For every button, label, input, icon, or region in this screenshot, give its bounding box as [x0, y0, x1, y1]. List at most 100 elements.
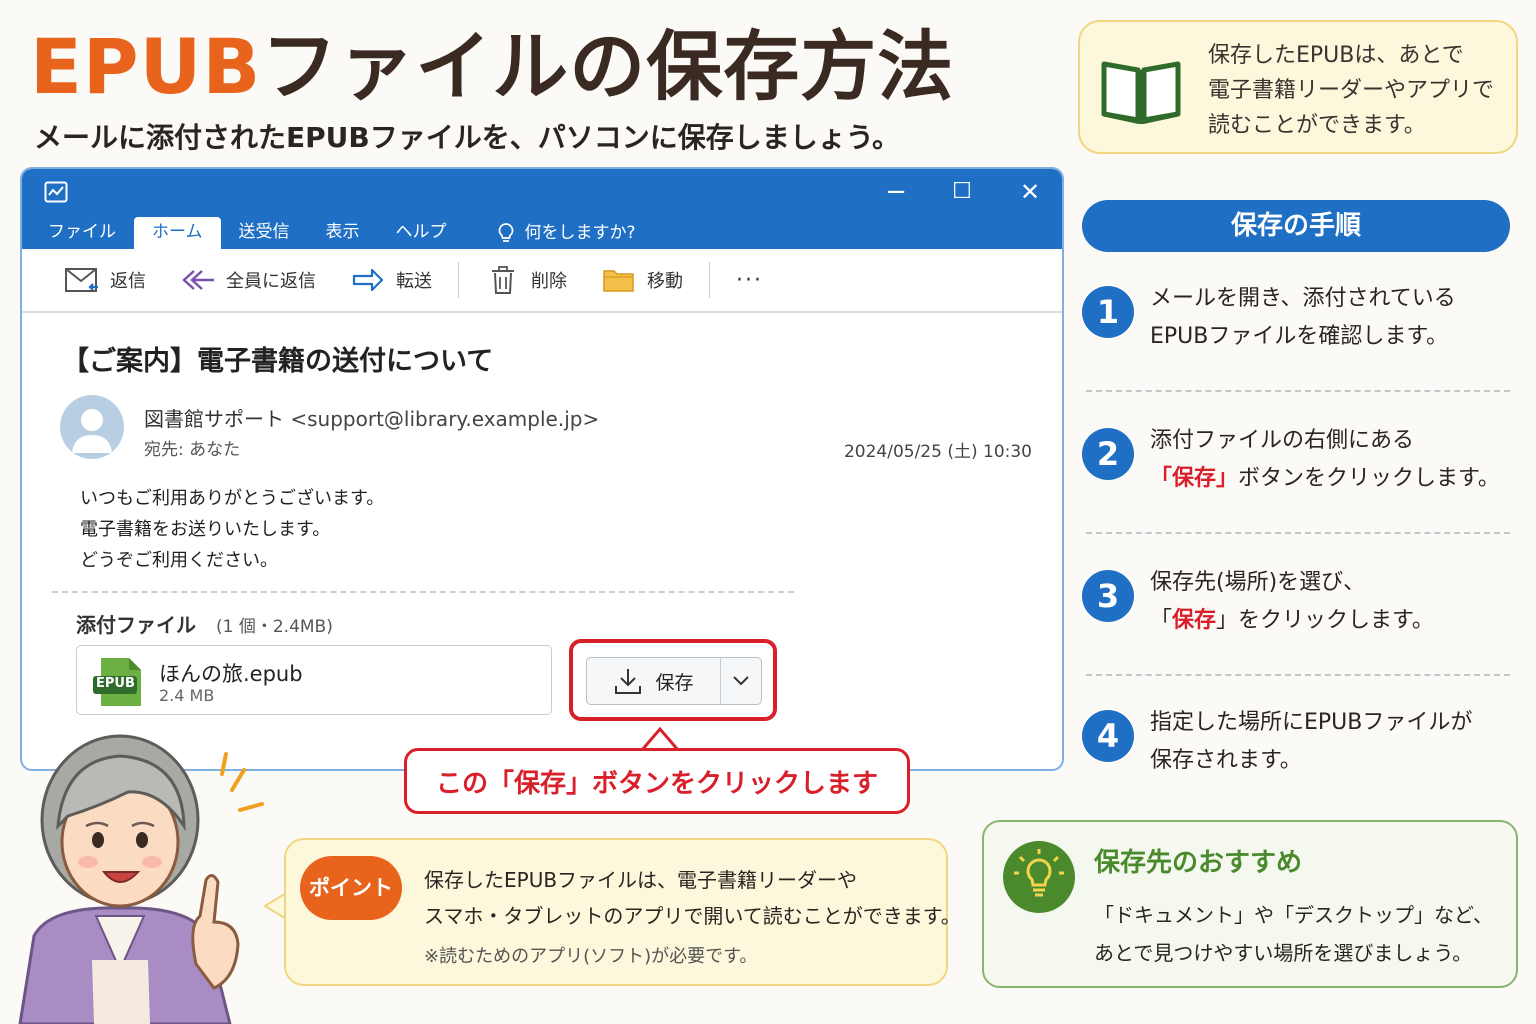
- mail-window: − ☐ ✕ ファイル ホーム 送受信 表示 ヘルプ 何をしますか? 返信 全員に…: [20, 167, 1064, 771]
- callout: この「保存」ボタンをクリックします: [404, 748, 910, 814]
- attachment-header: 添付ファイル (1 個・2.4MB): [76, 609, 333, 638]
- step-line: 保存されます。: [1150, 748, 1302, 773]
- file-size: 2.4 MB: [159, 686, 215, 705]
- tab-send-receive[interactable]: 送受信: [221, 217, 308, 249]
- step-line-rest: ボタンをクリックします。: [1238, 466, 1500, 491]
- forward-button[interactable]: 転送: [350, 265, 432, 295]
- top-note-text: 保存したEPUBは、あとで 電子書籍リーダーやアプリで 読むことができます。: [1208, 38, 1508, 143]
- mail-subject: 【ご案内】電子書籍の送付について: [62, 346, 494, 377]
- step-text: 添付ファイルの右側にある 「保存」ボタンをクリックします。: [1150, 422, 1510, 498]
- save-dropdown-button[interactable]: [721, 658, 761, 704]
- mail-body-line: いつもご利用ありがとうございます。: [80, 488, 385, 509]
- folder-icon: [603, 270, 634, 292]
- recommend-title: 保存先のおすすめ: [1094, 848, 1303, 878]
- step-line: 保存先(場所)を選び、: [1150, 570, 1366, 595]
- title-accent: EPUB: [30, 22, 262, 111]
- app-icon: [44, 181, 68, 203]
- reply-all-button[interactable]: 全員に返信: [180, 265, 316, 295]
- book-icon: [1101, 61, 1181, 124]
- step-text: メールを開き、添付されている EPUBファイルを確認します。: [1150, 280, 1510, 356]
- save-emphasis: 「保存」: [1150, 466, 1239, 491]
- bracket-open: 「: [1150, 608, 1173, 633]
- mail-body-line: どうぞご利用ください。: [80, 550, 278, 571]
- save-label: 保存: [655, 671, 694, 694]
- ribbon-tabs: ファイル ホーム 送受信 表示 ヘルプ 何をしますか?: [22, 217, 1062, 249]
- more-button[interactable]: ···: [736, 268, 763, 293]
- delete-button[interactable]: 削除: [485, 265, 567, 295]
- reply-all-label: 全員に返信: [226, 271, 316, 292]
- delete-label: 削除: [531, 271, 567, 292]
- person-icon: [72, 409, 112, 453]
- toolbar-divider: [458, 262, 459, 298]
- step-text: 保存先(場所)を選び、 「保存」をクリックします。: [1150, 564, 1510, 640]
- sender-name: 図書館サポート: [144, 407, 284, 431]
- tell-me-search[interactable]: 何をしますか?: [497, 217, 636, 249]
- step-text: 指定した場所にEPUBファイルが 保存されます。: [1150, 704, 1510, 780]
- top-note: 保存したEPUBは、あとで 電子書籍リーダーやアプリで 読むことができます。: [1078, 20, 1518, 154]
- forward-label: 転送: [396, 271, 432, 292]
- step-number: 4: [1082, 710, 1134, 762]
- step-number: 3: [1082, 570, 1134, 622]
- toolbar: 返信 全員に返信 転送 削除 移動 ···: [22, 249, 1062, 313]
- attachment-label: 添付ファイル: [76, 613, 196, 637]
- tab-view[interactable]: 表示: [308, 217, 378, 249]
- reply-button[interactable]: 返信: [64, 265, 146, 295]
- toolbar-divider: [709, 262, 710, 298]
- save-emphasis: 保存: [1172, 608, 1217, 633]
- step-divider: [1086, 390, 1510, 392]
- step-line: 添付ファイルの右側にある: [1150, 428, 1415, 453]
- move-label: 移動: [647, 271, 683, 292]
- save-button[interactable]: 保存: [587, 658, 721, 704]
- close-button[interactable]: ✕: [1010, 177, 1050, 207]
- chevron-down-icon: [733, 676, 749, 686]
- move-button[interactable]: 移動: [601, 265, 683, 295]
- step-line: メールを開き、添付されている: [1150, 286, 1456, 311]
- file-name: ほんの旅.epub: [159, 662, 303, 686]
- step-line: 「保存」ボタンをクリックします。: [1150, 460, 1510, 498]
- trash-icon: [492, 266, 514, 294]
- step-line: 指定した場所にEPUBファイルが: [1150, 710, 1473, 735]
- forward-icon: [352, 268, 384, 292]
- recipient: 宛先: あなた: [144, 440, 241, 460]
- epub-badge: EPUB: [96, 676, 135, 691]
- sender: 図書館サポート <support@library.example.jp>: [144, 403, 599, 432]
- divider: [52, 591, 794, 593]
- step-number: 2: [1082, 428, 1134, 480]
- recommend-line: あとで見つけやすい場所を選びましょう。: [1094, 941, 1473, 965]
- tab-help[interactable]: ヘルプ: [378, 217, 465, 249]
- lightbulb-icon: [1003, 841, 1075, 913]
- mail-body-line: 電子書籍をお送りいたします。: [80, 519, 331, 540]
- page-subtitle: メールに添付されたEPUBファイルを、パソコンに保存しましょう。: [34, 121, 901, 154]
- mail-body: いつもご利用ありがとうございます。 電子書籍をお送りいたします。 どうぞご利用く…: [80, 483, 384, 576]
- point-badge: ポイント: [300, 856, 402, 920]
- step-line: 「保存」をクリックします。: [1150, 602, 1510, 640]
- step-line-rest: 」をクリックします。: [1216, 608, 1434, 633]
- point-line: スマホ・タブレットのアプリで開いて読むことができます。: [424, 904, 961, 928]
- avatar: [60, 395, 124, 459]
- tab-file[interactable]: ファイル: [30, 217, 134, 249]
- top-note-line: 電子書籍リーダーやアプリで: [1208, 78, 1495, 103]
- steps-header: 保存の手順: [1082, 200, 1510, 252]
- attachment-count: (1 個・2.4MB): [216, 617, 333, 637]
- download-icon: [615, 669, 642, 694]
- point-line: 保存したEPUBファイルは、電子書籍リーダーや: [424, 868, 858, 892]
- title-bar: − ☐ ✕: [22, 169, 1062, 217]
- maximize-button[interactable]: ☐: [942, 177, 982, 207]
- step-line: EPUBファイルを確認します。: [1150, 324, 1449, 349]
- reply-all-icon: [182, 270, 214, 290]
- page-title: EPUBファイルの保存方法: [30, 22, 954, 112]
- top-note-line: 保存したEPUBは、あとで: [1208, 43, 1464, 68]
- attachment-item[interactable]: EPUB ほんの旅.epub 2.4 MB: [76, 645, 552, 715]
- recommend-line: 「ドキュメント」や「デスクトップ」など、: [1094, 903, 1493, 927]
- point-note: ※読むためのアプリ(ソフト)が必要です。: [424, 946, 758, 967]
- step-divider: [1086, 532, 1510, 534]
- sender-address: <support@library.example.jp>: [290, 407, 600, 431]
- tell-me-label: 何をしますか?: [524, 223, 636, 243]
- minimize-button[interactable]: −: [876, 177, 916, 207]
- reply-label: 返信: [110, 271, 146, 292]
- woman-illustration: [18, 734, 264, 1024]
- lightbulb-small-icon: [498, 223, 513, 242]
- step-number: 1: [1082, 286, 1134, 338]
- tab-home[interactable]: ホーム: [134, 217, 221, 249]
- point-text: 保存したEPUBファイルは、電子書籍リーダーや スマホ・タブレットのアプリで開い…: [424, 862, 961, 934]
